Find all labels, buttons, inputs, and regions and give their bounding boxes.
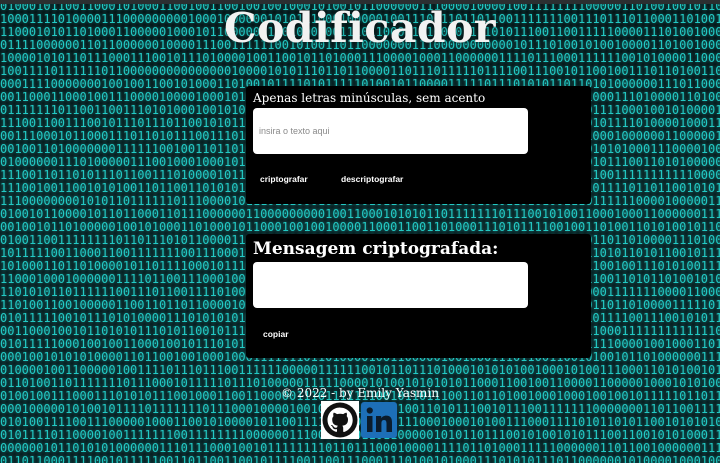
input-hint: Apenas letras minúsculas, sem acento bbox=[253, 91, 486, 105]
encoder-panel: Apenas letras minúsculas, sem acento cri… bbox=[246, 86, 591, 204]
decrypt-button[interactable]: descriptografar bbox=[341, 168, 404, 190]
encrypted-output-field[interactable] bbox=[253, 262, 528, 308]
footer-credit: © 2022 - by Emily Yasmin bbox=[281, 386, 439, 400]
linkedin-icon[interactable] bbox=[360, 401, 398, 439]
message-input[interactable] bbox=[253, 108, 528, 154]
page-title: Codificador bbox=[223, 4, 497, 52]
output-title: Mensagem criptografada: bbox=[253, 239, 499, 259]
encrypt-button[interactable]: criptografar bbox=[260, 168, 308, 190]
copy-button[interactable]: copiar bbox=[263, 323, 289, 345]
github-icon[interactable] bbox=[321, 401, 359, 439]
output-panel: Mensagem criptografada: copiar bbox=[246, 234, 591, 358]
